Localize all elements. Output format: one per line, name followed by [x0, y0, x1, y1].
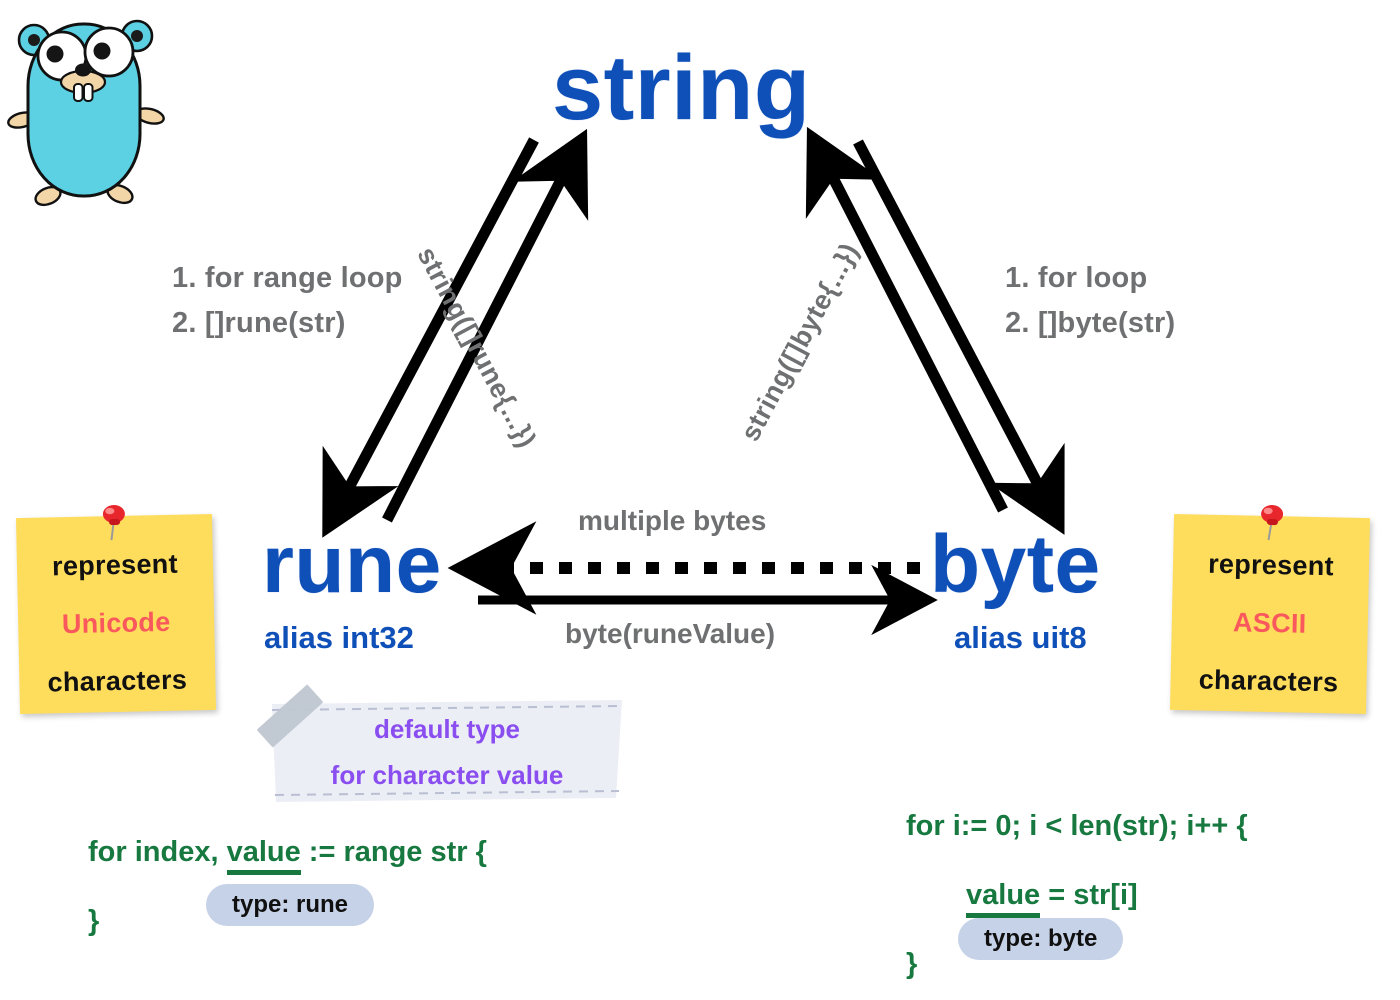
- diagram-canvas: string rune byte alias int32 alias uit8 …: [0, 0, 1400, 1000]
- code-right-post: = str[i]: [1040, 879, 1138, 911]
- sticky-right-line-3: characters: [1198, 664, 1339, 698]
- push-pin-icon: [102, 505, 125, 541]
- sticky-left-line-2: Unicode: [61, 606, 171, 640]
- code-left-pre: for index,: [88, 836, 227, 868]
- steps-string-to-byte: 1. for loop 2. []byte(str): [1005, 256, 1175, 346]
- code-left-line-1: for index, value := range str {: [88, 836, 487, 875]
- code-right-line-1: for i:= 0; i < len(str); i++ {: [906, 810, 1248, 842]
- sticky-note-rune: represent Unicode characters: [15, 505, 217, 715]
- sticky-left-line-3: characters: [47, 664, 188, 698]
- step-left-2: 2. []rune(str): [172, 306, 346, 339]
- push-pin-icon: [1261, 505, 1284, 541]
- pill-type-byte-label: type: byte: [958, 918, 1124, 960]
- banner-line-1: default type: [374, 714, 520, 744]
- pill-type-byte: type: byte: [958, 918, 1124, 960]
- pill-type-rune: type: rune: [206, 884, 375, 926]
- code-right-line-2: value = str[i]: [906, 879, 1248, 918]
- label-byte-runevalue: byte(runeValue): [565, 618, 776, 649]
- step-right-1: 1. for loop: [1005, 262, 1148, 294]
- code-left-post: := range str {: [300, 836, 487, 868]
- code-right-underlined-value: value: [966, 879, 1041, 918]
- sticky-left-line-1: represent: [51, 548, 179, 582]
- sticky-right-line-2: ASCII: [1232, 607, 1307, 639]
- banner-line-2: for character value: [330, 760, 564, 790]
- code-left-underlined-value: value: [226, 836, 301, 875]
- steps-string-to-rune: 1. for range loop 2. []rune(str): [172, 256, 403, 346]
- label-multiple-bytes: multiple bytes: [578, 505, 767, 536]
- arrow-byte-to-string: [805, 126, 1008, 513]
- pill-type-rune-label: type: rune: [206, 884, 375, 926]
- default-type-banner: default type for character value: [257, 684, 626, 804]
- sticky-note-byte: represent ASCII characters: [1169, 505, 1371, 715]
- sticky-right-line-1: represent: [1207, 548, 1335, 582]
- step-left-1: 1. for range loop: [172, 262, 403, 294]
- step-right-2: 2. []byte(str): [1005, 306, 1176, 339]
